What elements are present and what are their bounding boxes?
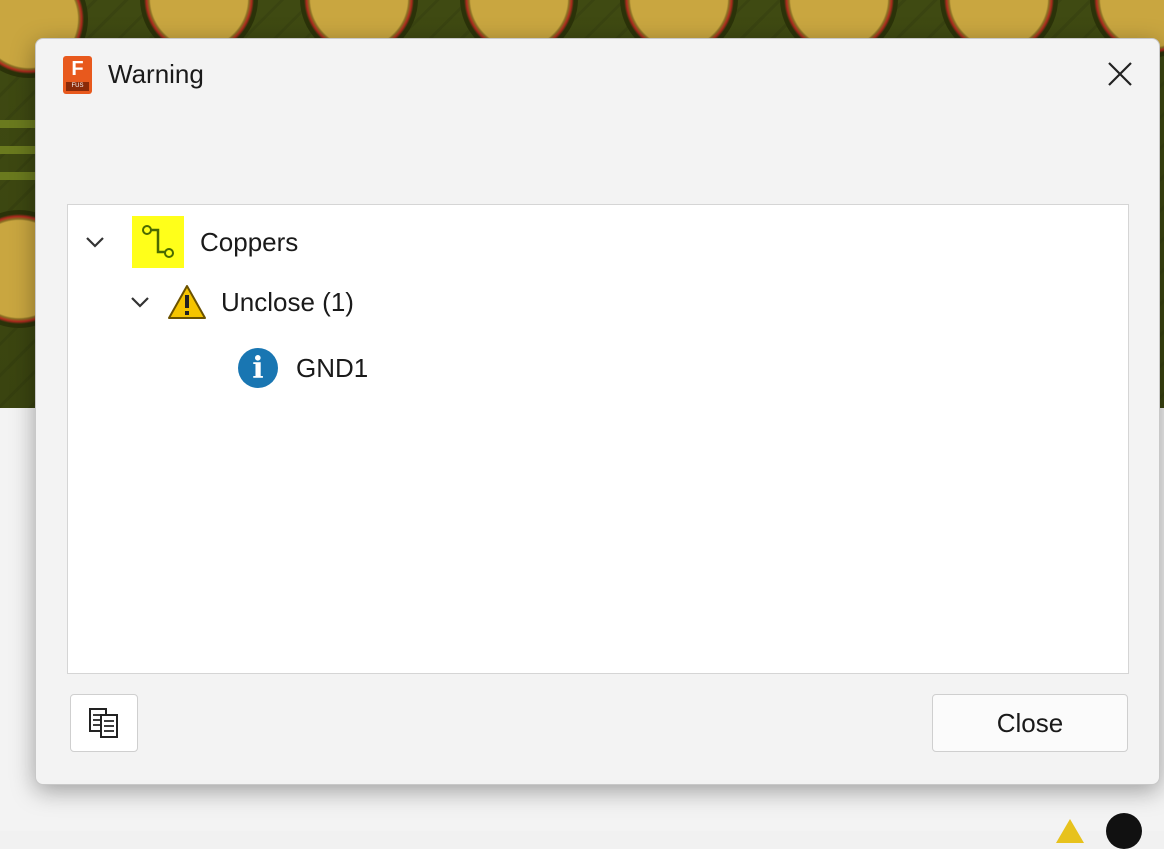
- dialog-title: Warning: [108, 59, 204, 89]
- tree-item-gnd1[interactable]: i GND1: [238, 337, 368, 399]
- tree-item-coppers[interactable]: Coppers: [78, 211, 298, 273]
- warning-marker-icon: [1056, 819, 1084, 843]
- pcb-trace: [0, 172, 40, 180]
- info-icon: i: [238, 348, 278, 388]
- app-icon-badge: FUS: [66, 82, 89, 91]
- close-window-button[interactable]: [1101, 55, 1139, 93]
- fusion-app-icon: F FUS: [63, 56, 92, 94]
- tree-item-label: GND1: [296, 352, 369, 383]
- tree-item-unclose[interactable]: Unclose (1): [123, 271, 354, 333]
- status-dot-icon: [1106, 813, 1142, 849]
- copy-report-button[interactable]: [70, 694, 138, 752]
- tree-item-label: Coppers: [200, 226, 299, 257]
- pcb-trace: [0, 120, 40, 128]
- copy-report-icon: [89, 708, 118, 738]
- chevron-down-icon[interactable]: [78, 225, 112, 259]
- chevron-down-icon[interactable]: [123, 285, 157, 319]
- dialog-titlebar[interactable]: F FUS Warning: [36, 39, 1159, 113]
- close-icon: [1108, 62, 1132, 86]
- pcb-trace: [0, 146, 40, 154]
- warnings-tree[interactable]: Coppers Unclose (1) i GND1: [67, 204, 1129, 674]
- tree-item-label: Unclose (1): [221, 286, 354, 317]
- warning-icon: [165, 280, 209, 324]
- warning-dialog: F FUS Warning Coppers Unclose (1) i GND1…: [35, 38, 1160, 785]
- app-icon-letter: F: [71, 58, 84, 80]
- copper-trace-icon: [132, 216, 184, 268]
- close-button[interactable]: Close: [932, 694, 1128, 752]
